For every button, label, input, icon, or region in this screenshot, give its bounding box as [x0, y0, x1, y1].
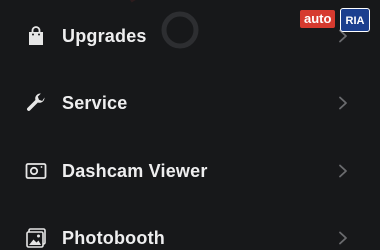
- photo-icon: [26, 228, 46, 248]
- menu-item-dashcam-viewer[interactable]: Dashcam Viewer: [0, 149, 380, 193]
- dashcam-icon: [25, 163, 47, 179]
- menu-item-label: Dashcam Viewer: [62, 160, 208, 181]
- menu-item-photobooth[interactable]: Photobooth: [0, 216, 380, 250]
- watermark-logo: auto RIA: [300, 8, 372, 36]
- menu-item-label: Photobooth: [62, 227, 165, 248]
- menu-item-label: Service: [62, 92, 128, 113]
- app-screen: Upgrades Service Dashcam Viewer Photoboo…: [0, 0, 380, 250]
- watermark-badge: RIA: [340, 8, 370, 32]
- wrench-icon: [26, 93, 45, 111]
- shopping-bag-icon: [29, 26, 43, 45]
- menu-item-service[interactable]: Service: [0, 81, 380, 125]
- watermark-text: auto: [300, 10, 336, 28]
- chevron-right-icon: [339, 96, 347, 110]
- chevron-right-icon: [339, 231, 347, 245]
- chevron-right-icon: [339, 164, 347, 178]
- menu-item-label: Upgrades: [62, 25, 147, 46]
